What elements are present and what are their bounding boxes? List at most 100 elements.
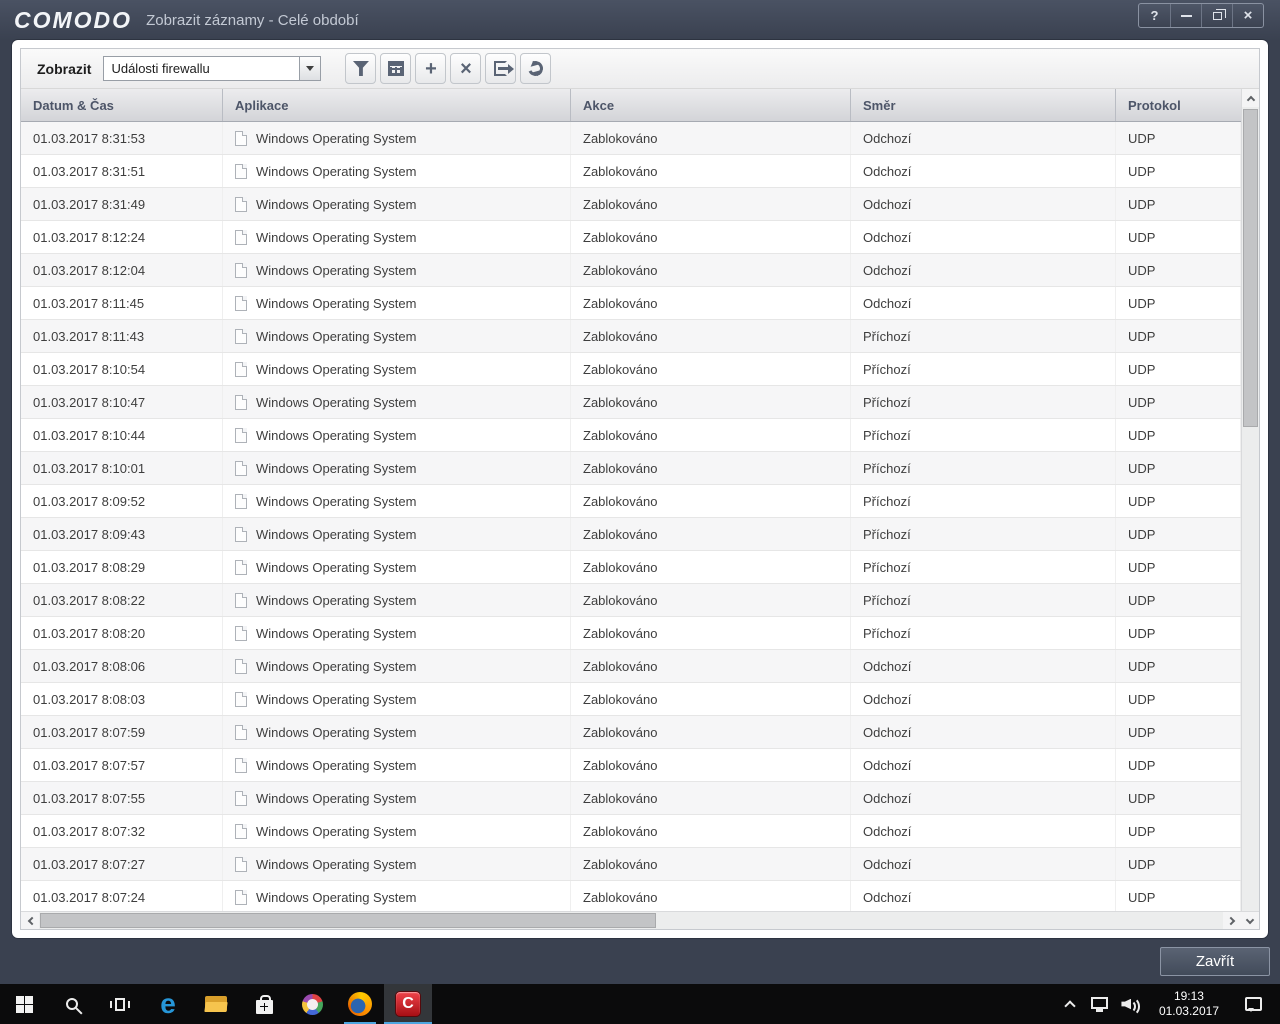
table-row[interactable]: 01.03.2017 8:07:55 Windows Operating Sys…: [21, 782, 1241, 815]
taskbar: e C 19:13 01.03.2017: [0, 984, 1280, 1024]
file-explorer-button[interactable]: [192, 984, 240, 1024]
delete-button[interactable]: ×: [450, 53, 481, 84]
add-button[interactable]: +: [415, 53, 446, 84]
cell-protocol: UDP: [1116, 419, 1241, 451]
store-button[interactable]: [240, 984, 288, 1024]
log-type-dropdown[interactable]: Události firewallu: [103, 56, 321, 81]
horizontal-scrollbar[interactable]: [21, 911, 1259, 929]
firefox-icon: [348, 992, 372, 1016]
column-header-datetime[interactable]: Datum & Čas: [21, 89, 223, 121]
scroll-left-button[interactable]: [21, 912, 39, 929]
minimize-button[interactable]: [1170, 4, 1201, 27]
export-button[interactable]: [485, 53, 516, 84]
cell-protocol: UDP: [1116, 452, 1241, 484]
table-row[interactable]: 01.03.2017 8:08:20 Windows Operating Sys…: [21, 617, 1241, 650]
document-icon: [235, 692, 247, 707]
cell-datetime: 01.03.2017 8:10:54: [21, 353, 223, 385]
vertical-scrollbar[interactable]: [1241, 89, 1259, 911]
table-row[interactable]: 01.03.2017 8:08:22 Windows Operating Sys…: [21, 584, 1241, 617]
horizontal-scroll-thumb[interactable]: [40, 913, 656, 928]
table-row[interactable]: 01.03.2017 8:08:03 Windows Operating Sys…: [21, 683, 1241, 716]
edge-button[interactable]: e: [144, 984, 192, 1024]
cell-datetime: 01.03.2017 8:11:45: [21, 287, 223, 319]
table-row[interactable]: 01.03.2017 8:10:44 Windows Operating Sys…: [21, 419, 1241, 452]
cell-action: Zablokováno: [571, 419, 851, 451]
clock[interactable]: 19:13 01.03.2017: [1147, 984, 1231, 1024]
scroll-up-button[interactable]: [1242, 89, 1259, 107]
zavrit-button[interactable]: Zavřít: [1160, 947, 1270, 976]
table-row[interactable]: 01.03.2017 8:11:43 Windows Operating Sys…: [21, 320, 1241, 353]
system-tray: 19:13 01.03.2017: [1055, 984, 1280, 1024]
cell-direction: Příchozí: [851, 617, 1116, 649]
close-button[interactable]: ×: [1232, 4, 1263, 27]
table-row[interactable]: 01.03.2017 8:10:01 Windows Operating Sys…: [21, 452, 1241, 485]
horizontal-scroll-track[interactable]: [39, 912, 1223, 929]
scroll-down-button[interactable]: [1241, 912, 1259, 929]
cell-direction: Odchozí: [851, 221, 1116, 253]
cell-action: Zablokováno: [571, 716, 851, 748]
window-controls: ? ×: [1138, 3, 1264, 28]
cell-protocol: UDP: [1116, 650, 1241, 682]
restore-icon: [1213, 12, 1222, 20]
table-row[interactable]: 01.03.2017 8:12:04 Windows Operating Sys…: [21, 254, 1241, 287]
help-button[interactable]: ?: [1139, 4, 1170, 27]
cell-application: Windows Operating System: [223, 452, 571, 484]
comodo-button[interactable]: C: [384, 984, 432, 1024]
column-header-protocol[interactable]: Protokol: [1116, 89, 1241, 121]
cell-action: Zablokováno: [571, 815, 851, 847]
table-row[interactable]: 01.03.2017 8:31:51 Windows Operating Sys…: [21, 155, 1241, 188]
table-row[interactable]: 01.03.2017 8:07:24 Windows Operating Sys…: [21, 881, 1241, 911]
cell-protocol: UDP: [1116, 881, 1241, 911]
restore-button[interactable]: [1201, 4, 1232, 27]
period-button[interactable]: [380, 53, 411, 84]
table-row[interactable]: 01.03.2017 8:12:24 Windows Operating Sys…: [21, 221, 1241, 254]
table-row[interactable]: 01.03.2017 8:07:32 Windows Operating Sys…: [21, 815, 1241, 848]
table-row[interactable]: 01.03.2017 8:10:54 Windows Operating Sys…: [21, 353, 1241, 386]
table-row[interactable]: 01.03.2017 8:09:43 Windows Operating Sys…: [21, 518, 1241, 551]
start-button[interactable]: [0, 984, 48, 1024]
volume-tray-button[interactable]: [1115, 984, 1147, 1024]
table-row[interactable]: 01.03.2017 8:07:27 Windows Operating Sys…: [21, 848, 1241, 881]
table-row[interactable]: 01.03.2017 8:09:52 Windows Operating Sys…: [21, 485, 1241, 518]
cell-action: Zablokováno: [571, 683, 851, 715]
cell-direction: Příchozí: [851, 452, 1116, 484]
scroll-right-button[interactable]: [1223, 912, 1241, 929]
document-icon: [235, 197, 247, 212]
table-row[interactable]: 01.03.2017 8:08:29 Windows Operating Sys…: [21, 551, 1241, 584]
cell-action: Zablokováno: [571, 848, 851, 880]
dropdown-button[interactable]: [299, 57, 320, 80]
cell-datetime: 01.03.2017 8:07:24: [21, 881, 223, 911]
search-button[interactable]: [48, 984, 96, 1024]
cell-action: Zablokováno: [571, 221, 851, 253]
table-row[interactable]: 01.03.2017 8:31:49 Windows Operating Sys…: [21, 188, 1241, 221]
cell-action: Zablokováno: [571, 518, 851, 550]
table-row[interactable]: 01.03.2017 8:10:47 Windows Operating Sys…: [21, 386, 1241, 419]
paint-button[interactable]: [288, 984, 336, 1024]
cell-direction: Odchozí: [851, 815, 1116, 847]
tray-expand-button[interactable]: [1055, 984, 1085, 1024]
cell-protocol: UDP: [1116, 683, 1241, 715]
cell-datetime: 01.03.2017 8:10:44: [21, 419, 223, 451]
table-row[interactable]: 01.03.2017 8:11:45 Windows Operating Sys…: [21, 287, 1241, 320]
column-header-direction[interactable]: Směr: [851, 89, 1116, 121]
document-icon: [235, 329, 247, 344]
action-center-button[interactable]: [1231, 984, 1276, 1024]
cell-datetime: 01.03.2017 8:12:24: [21, 221, 223, 253]
comodo-icon: C: [395, 991, 421, 1017]
vertical-scroll-thumb[interactable]: [1243, 109, 1258, 427]
table-row[interactable]: 01.03.2017 8:07:59 Windows Operating Sys…: [21, 716, 1241, 749]
filter-button[interactable]: [345, 53, 376, 84]
network-tray-button[interactable]: [1085, 984, 1115, 1024]
cell-protocol: UDP: [1116, 122, 1241, 154]
table-row[interactable]: 01.03.2017 8:31:53 Windows Operating Sys…: [21, 122, 1241, 155]
cell-datetime: 01.03.2017 8:08:20: [21, 617, 223, 649]
table-row[interactable]: 01.03.2017 8:08:06 Windows Operating Sys…: [21, 650, 1241, 683]
column-header-application[interactable]: Aplikace: [223, 89, 571, 121]
table-row[interactable]: 01.03.2017 8:07:57 Windows Operating Sys…: [21, 749, 1241, 782]
document-icon: [235, 461, 247, 476]
cell-application: Windows Operating System: [223, 518, 571, 550]
refresh-button[interactable]: [520, 53, 551, 84]
column-header-action[interactable]: Akce: [571, 89, 851, 121]
firefox-button[interactable]: [336, 984, 384, 1024]
task-view-button[interactable]: [96, 984, 144, 1024]
